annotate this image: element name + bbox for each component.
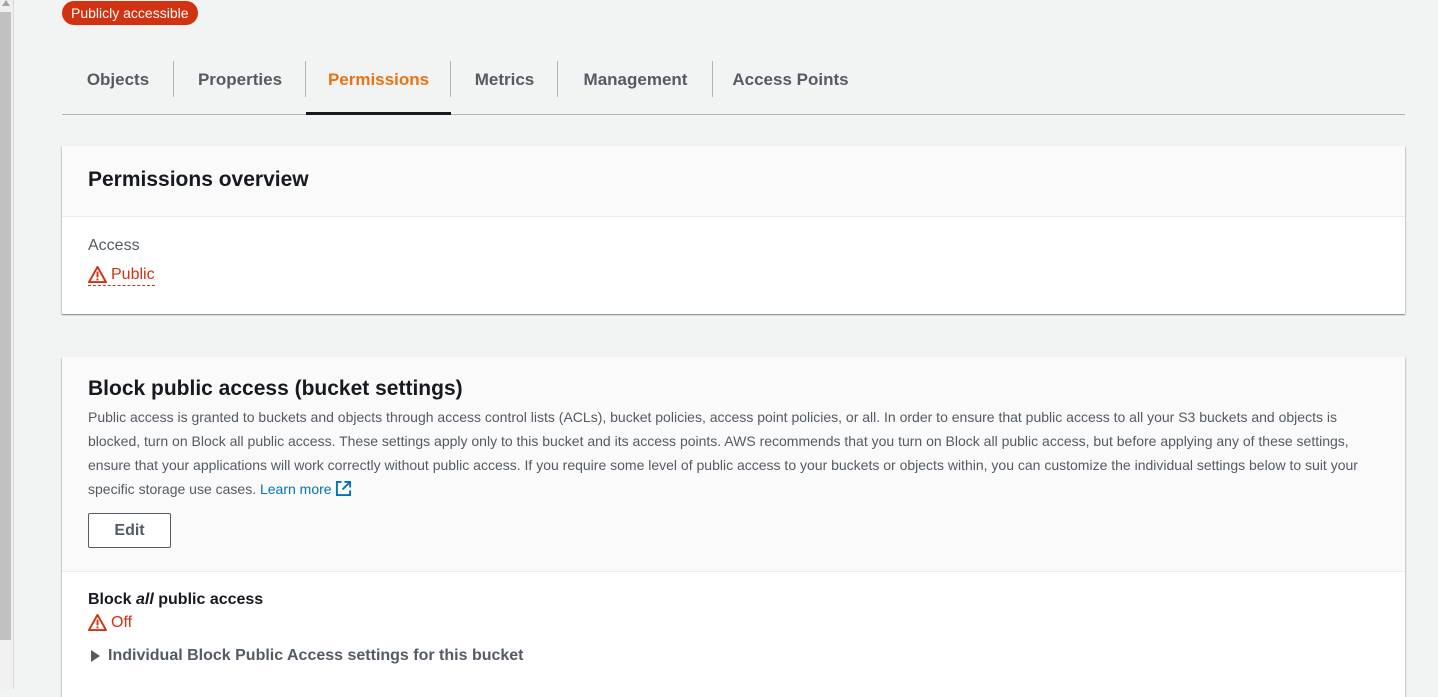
tab-label: Permissions (327, 69, 430, 89)
edit-button[interactable]: Edit (88, 513, 171, 548)
tab-properties[interactable]: Properties (174, 44, 306, 114)
permissions-overview-title: Permissions overview (88, 168, 309, 191)
panel-header: Permissions overview (62, 146, 1405, 217)
tab-objects[interactable]: Objects (62, 44, 174, 114)
block-public-access-panel: Block public access (bucket settings) Pu… (62, 357, 1405, 697)
tab-label: Access Points (732, 69, 849, 89)
tab-metrics[interactable]: Metrics (451, 44, 558, 114)
learn-more-label: Learn more (259, 481, 332, 497)
tab-access-points[interactable]: Access Points (713, 44, 868, 114)
block-all-public-access-heading: Block all public access (88, 591, 1379, 609)
warning-icon (88, 613, 107, 632)
page-scrollbar[interactable] (0, 0, 14, 689)
individual-settings-expander[interactable]: Individual Block Public Access settings … (88, 647, 1379, 665)
tab-label: Properties (197, 69, 283, 89)
warning-icon (88, 265, 107, 284)
panel-body: Block all public access Off Individual B… (62, 572, 1405, 684)
external-link-icon (335, 480, 351, 497)
panel-body: Access Public (62, 217, 1405, 309)
block-all-value: Off (111, 613, 133, 631)
block-public-access-title: Block public access (bucket settings) (88, 377, 463, 400)
scroll-up-arrow-icon[interactable] (2, 0, 10, 6)
tab-permissions[interactable]: Permissions (306, 44, 451, 115)
tab-management[interactable]: Management (558, 44, 713, 114)
tab-label: Metrics (474, 69, 535, 89)
public-status-badge: Publicly accessible (62, 1, 198, 25)
panel-header: Block public access (bucket settings) Pu… (62, 357, 1405, 572)
access-status[interactable]: Public (88, 265, 155, 286)
tab-label: Objects (86, 69, 150, 89)
access-value: Public (111, 265, 155, 283)
expander-label: Individual Block Public Access settings … (108, 647, 524, 664)
heading-prefix: Block (88, 591, 137, 608)
block-public-access-description: Public access is granted to buckets and … (88, 405, 1378, 501)
bucket-tabs: Objects Properties Permissions Metrics M… (62, 44, 1405, 115)
caret-right-icon (91, 650, 100, 662)
access-label: Access (88, 237, 140, 254)
block-all-status: Off (88, 613, 132, 632)
learn-more-link[interactable]: Learn more (259, 480, 352, 497)
heading-emphasis: all (136, 591, 154, 608)
scrollbar-thumb[interactable] (0, 12, 11, 640)
permissions-overview-panel: Permissions overview Access Public (62, 146, 1405, 314)
tab-label: Management (583, 69, 688, 89)
heading-suffix: public access (153, 591, 264, 608)
